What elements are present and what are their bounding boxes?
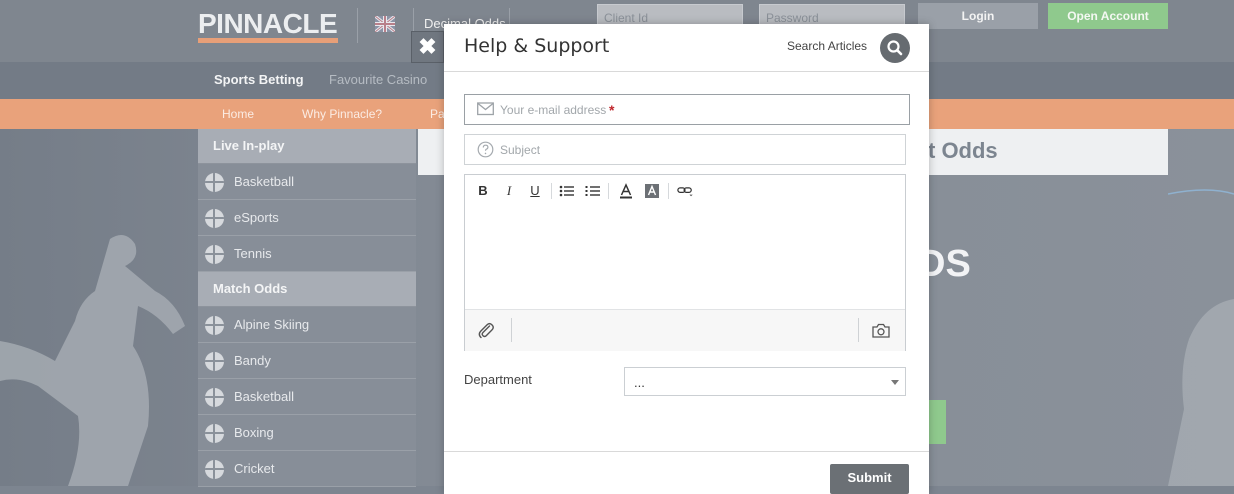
email-input[interactable] bbox=[500, 100, 890, 119]
modal-header: Help & Support Search Articles bbox=[444, 24, 929, 72]
cricket-ball-icon bbox=[205, 460, 224, 479]
sidebar-header-match-odds[interactable]: Match Odds bbox=[198, 272, 416, 307]
subnav-home[interactable]: Home bbox=[222, 107, 254, 121]
footer-separator bbox=[858, 318, 859, 342]
required-asterisk: * bbox=[609, 102, 615, 118]
header-divider bbox=[357, 8, 358, 43]
sidebar-item-boxing[interactable]: Boxing bbox=[198, 415, 416, 451]
toolbar-separator bbox=[608, 183, 609, 199]
paperclip-icon[interactable] bbox=[478, 321, 494, 339]
player-silhouette-right bbox=[1168, 299, 1234, 486]
envelope-icon bbox=[477, 102, 494, 116]
basketball-icon bbox=[205, 173, 224, 192]
subject-field[interactable] bbox=[464, 134, 906, 165]
department-selected-value: ... bbox=[634, 375, 645, 390]
tennis-ball-icon bbox=[205, 245, 224, 264]
message-editor: B I U bbox=[464, 174, 906, 351]
editor-footer bbox=[465, 309, 905, 351]
numbered-list-icon[interactable] bbox=[585, 185, 601, 197]
toolbar-separator bbox=[551, 183, 552, 199]
sidebar-item-tennis[interactable]: Tennis bbox=[198, 236, 416, 272]
subnav-item-partial[interactable]: Pa bbox=[430, 107, 445, 121]
search-articles-button[interactable] bbox=[880, 33, 910, 63]
bullet-list-icon[interactable] bbox=[559, 185, 575, 197]
sidebar-item-label: Basketball bbox=[234, 389, 294, 404]
player-silhouette-left bbox=[0, 235, 185, 486]
ski-icon bbox=[205, 316, 224, 335]
sports-sidebar: Live In-play Basketball eSports Tennis M… bbox=[198, 129, 416, 487]
footer-separator bbox=[511, 318, 512, 342]
sidebar-item-esports[interactable]: eSports bbox=[198, 200, 416, 236]
toolbar-separator bbox=[668, 183, 669, 199]
nav-favourite-casino[interactable]: Favourite Casino bbox=[329, 72, 427, 87]
sidebar-item-cricket[interactable]: Cricket bbox=[198, 451, 416, 487]
department-select[interactable]: ... bbox=[624, 367, 906, 396]
login-button[interactable]: Login bbox=[918, 3, 1038, 29]
link-icon[interactable] bbox=[677, 184, 693, 198]
hero-arc bbox=[1168, 189, 1234, 195]
sidebar-item-label: Boxing bbox=[234, 425, 274, 440]
bandy-ball-icon bbox=[205, 352, 224, 371]
sidebar-item-label: Tennis bbox=[234, 246, 272, 261]
sidebar-item-basketball-live[interactable]: Basketball bbox=[198, 164, 416, 200]
content-title: t Odds bbox=[928, 138, 998, 163]
sidebar-item-alpine-skiing[interactable]: Alpine Skiing bbox=[198, 307, 416, 343]
subnav-why-pinnacle[interactable]: Why Pinnacle? bbox=[302, 107, 382, 121]
logo-underline bbox=[198, 38, 338, 43]
help-support-modal: Help & Support Search Articles * B I U bbox=[444, 24, 929, 494]
close-modal-button[interactable]: ✖ bbox=[411, 31, 444, 63]
modal-title: Help & Support bbox=[464, 35, 610, 57]
question-circle-icon bbox=[477, 141, 494, 158]
underline-button[interactable]: U bbox=[527, 183, 543, 198]
camera-icon[interactable] bbox=[872, 323, 890, 338]
pinnacle-logo[interactable]: PINNACLE bbox=[198, 8, 338, 40]
sidebar-item-label: Alpine Skiing bbox=[234, 317, 310, 332]
boxing-glove-icon bbox=[205, 424, 224, 443]
headset-icon bbox=[205, 209, 224, 228]
modal-footer-divider bbox=[444, 451, 929, 452]
nav-sports-betting[interactable]: Sports Betting bbox=[214, 72, 304, 87]
uk-flag-icon[interactable] bbox=[375, 16, 395, 32]
text-color-icon[interactable] bbox=[618, 183, 634, 199]
search-icon bbox=[887, 40, 903, 56]
sidebar-item-bandy[interactable]: Bandy bbox=[198, 343, 416, 379]
background-color-icon[interactable] bbox=[644, 183, 660, 199]
sidebar-item-label: Bandy bbox=[234, 353, 271, 368]
sidebar-item-label: eSports bbox=[234, 210, 279, 225]
bold-button[interactable]: B bbox=[475, 183, 491, 198]
sidebar-header-live-in-play[interactable]: Live In-play bbox=[198, 129, 416, 164]
submit-button[interactable]: Submit bbox=[830, 464, 909, 494]
email-field[interactable]: * bbox=[464, 94, 910, 125]
message-textarea[interactable] bbox=[465, 207, 905, 309]
italic-button[interactable]: I bbox=[501, 183, 517, 199]
sidebar-item-label: Basketball bbox=[234, 174, 294, 189]
editor-toolbar: B I U bbox=[465, 175, 905, 207]
department-label: Department bbox=[464, 372, 532, 387]
sidebar-item-label: Cricket bbox=[234, 461, 275, 476]
basketball-icon bbox=[205, 388, 224, 407]
chevron-down-icon bbox=[891, 380, 899, 385]
sidebar-item-basketball[interactable]: Basketball bbox=[198, 379, 416, 415]
subject-input[interactable] bbox=[500, 140, 890, 159]
open-account-button[interactable]: Open Account bbox=[1048, 3, 1168, 29]
search-articles-link[interactable]: Search Articles bbox=[787, 39, 867, 53]
